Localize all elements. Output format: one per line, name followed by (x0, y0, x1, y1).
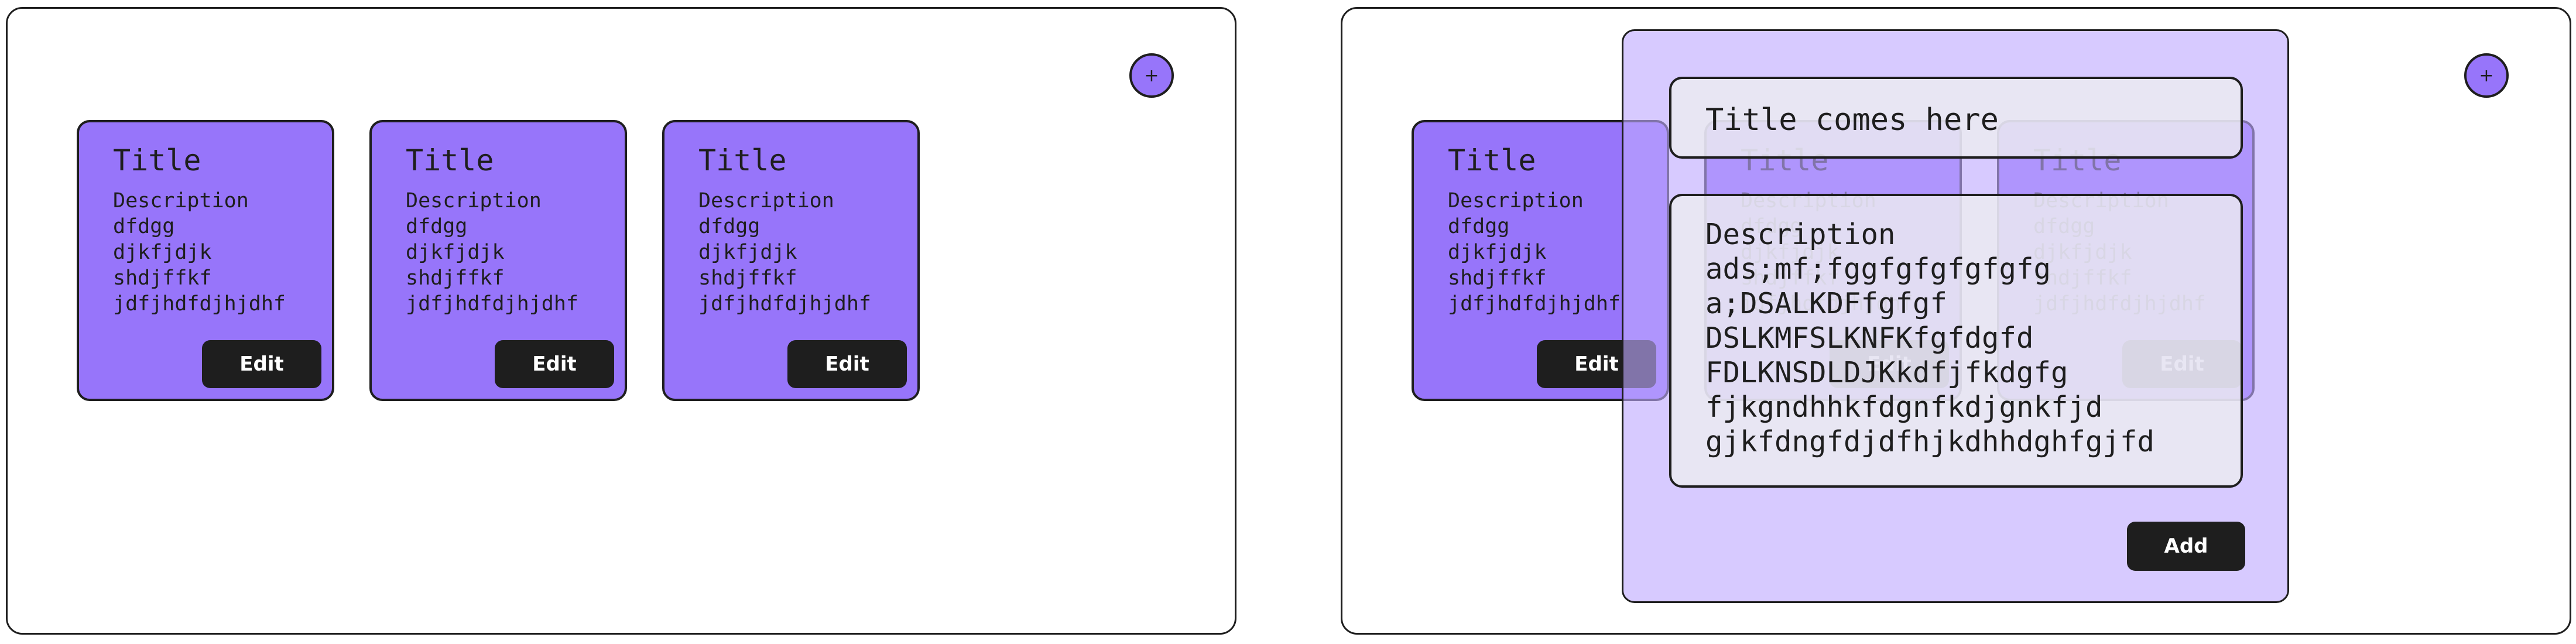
edit-button[interactable]: Edit (787, 340, 907, 388)
add-card-button[interactable]: + (2464, 53, 2509, 98)
add-card-button[interactable]: + (1129, 53, 1174, 98)
description-textarea[interactable]: Description ads;mf;fggfgfgfgfgfg a;DSALK… (1669, 194, 2243, 488)
card-title: Title (1448, 143, 1536, 177)
card-description: Description dfdgg djkfjdjk shdjffkf jdfj… (1448, 189, 1621, 316)
plus-icon: + (1144, 65, 1159, 86)
card-title: Title (698, 143, 787, 177)
card: Title Description dfdgg djkfjdjk shdjffk… (662, 120, 920, 401)
title-input[interactable]: Title comes here (1669, 77, 2243, 159)
card-list-screen: + Title Description dfdgg djkfjdjk shdjf… (6, 7, 1236, 635)
card-description: Description dfdgg djkfjdjk shdjffkf jdfj… (698, 189, 872, 316)
card-description: Description dfdgg djkfjdjk shdjffkf jdfj… (113, 189, 286, 316)
card: Title Description dfdgg djkfjdjk shdjffk… (369, 120, 627, 401)
edit-button[interactable]: Edit (495, 340, 614, 388)
plus-icon: + (2479, 65, 2494, 86)
add-button[interactable]: Add (2127, 522, 2245, 571)
card-title: Title (406, 143, 494, 177)
add-card-modal: Title comes here Description ads;mf;fggf… (1622, 29, 2289, 603)
card-title: Title (113, 143, 201, 177)
card-description: Description dfdgg djkfjdjk shdjffkf jdfj… (406, 189, 579, 316)
edit-button[interactable]: Edit (202, 340, 321, 388)
card: Title Description dfdgg djkfjdjk shdjffk… (77, 120, 334, 401)
